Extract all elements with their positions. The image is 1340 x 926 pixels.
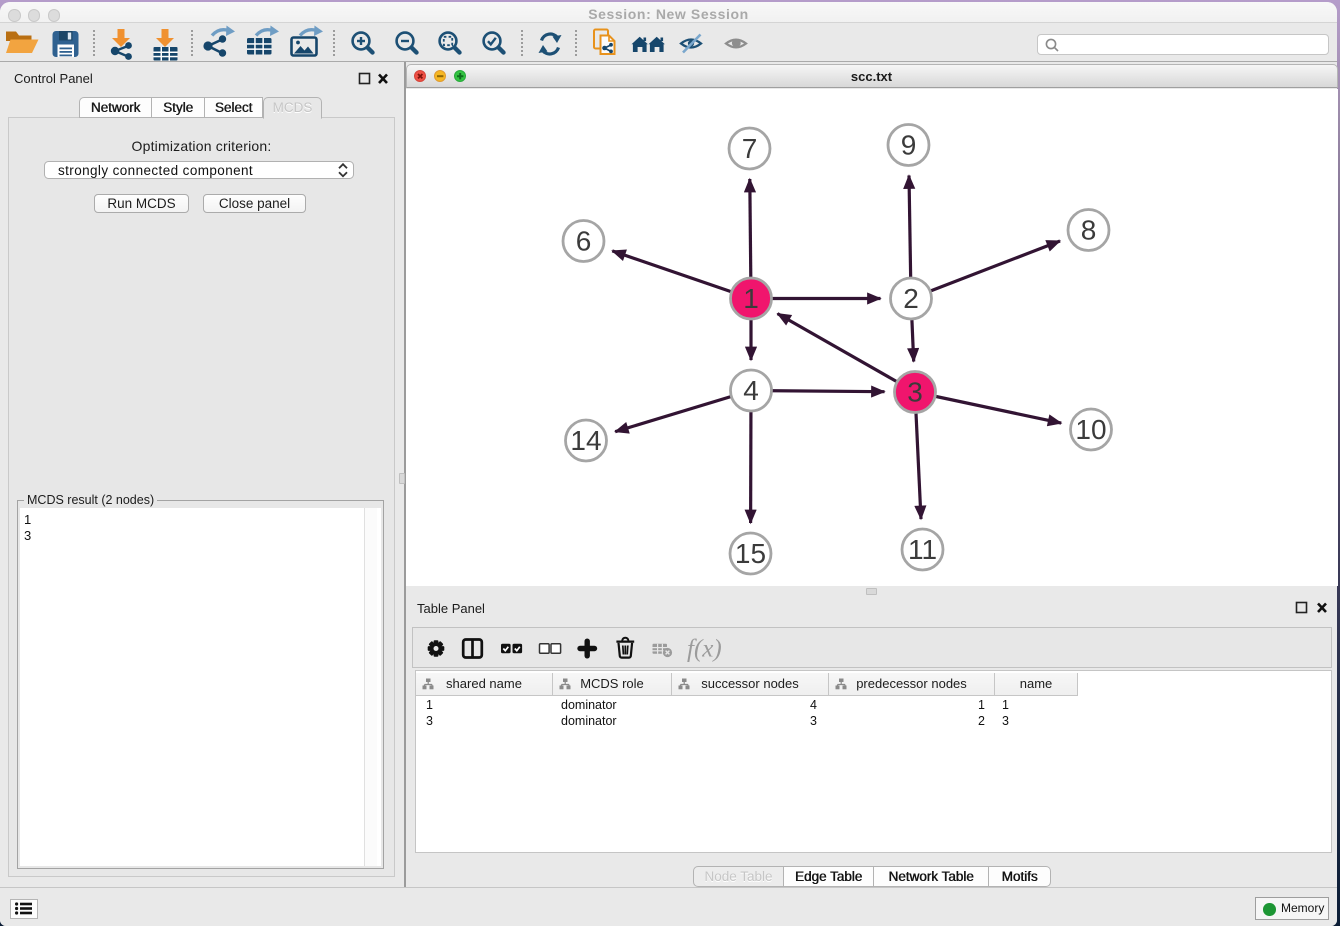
svg-text:1: 1 [743, 283, 759, 314]
svg-text:7: 7 [741, 133, 757, 164]
svg-text:6: 6 [575, 225, 591, 256]
svg-text:4: 4 [743, 375, 759, 406]
svg-text:11: 11 [907, 534, 936, 565]
svg-text:8: 8 [1080, 214, 1096, 245]
svg-text:3: 3 [907, 376, 923, 407]
svg-text:f(x): f(x) [687, 636, 722, 663]
svg-text:9: 9 [900, 129, 916, 160]
svg-text:10: 10 [1075, 414, 1106, 445]
svg-text:15: 15 [734, 538, 765, 569]
svg-text:14: 14 [570, 425, 601, 456]
svg-text:2: 2 [903, 283, 919, 314]
